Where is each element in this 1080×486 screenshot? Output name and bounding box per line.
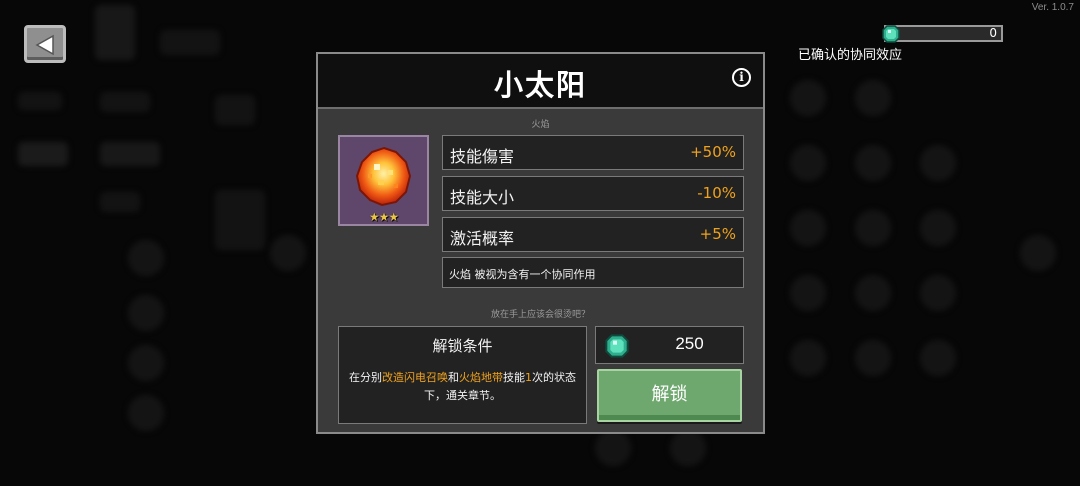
stat-name: 技能傷害	[450, 147, 515, 166]
unlock-button[interactable]: 解锁	[597, 369, 742, 422]
skill-name-b: 火焰地带	[459, 371, 503, 384]
required-count: 1	[525, 371, 532, 384]
back-arrow-icon	[35, 34, 54, 56]
stat-value: +50%	[690, 143, 736, 161]
modal-header: 小太阳 i	[318, 54, 763, 109]
synergy-note: 火焰 被视为含有一个协同作用	[442, 257, 744, 288]
rarity-stars: ★★★	[368, 210, 399, 224]
gem-counter: 0	[882, 25, 1003, 43]
element-tag: 火焰	[531, 120, 550, 130]
stat-value: +5%	[699, 225, 736, 243]
cost-amount: 250	[675, 334, 704, 353]
info-icon[interactable]: i	[732, 68, 751, 87]
modal-title: 小太阳	[493, 68, 587, 102]
stat-row-size: 技能大小 -10%	[442, 176, 744, 211]
stat-row-damage: 技能傷害 +50%	[442, 135, 744, 170]
stat-name: 技能大小	[450, 188, 515, 207]
item-card: ★★★	[338, 135, 429, 226]
flavor-text: 放在手上应该会很烫吧？	[490, 310, 590, 320]
synergy-note-text: 火焰 被视为含有一个协同作用	[449, 268, 596, 281]
stat-row-activation: 激活概率 +5%	[442, 217, 744, 252]
skill-name-a: 改造闪电召唤	[382, 371, 448, 384]
stat-value: -10%	[697, 184, 736, 202]
gem-count: 0	[989, 26, 997, 40]
unlock-cost: 250	[595, 326, 744, 364]
item-detail-modal: 小太阳 i 火焰 ★★★ 技能傷害 +50% 技能大小 -10% 激活概率 +5…	[316, 52, 765, 434]
unlock-condition-text: 在分别改造闪电召唤和火焰地带技能1次的状态下，通关章节。	[349, 371, 576, 402]
confirmed-synergy-label: 已确认的协同效应	[798, 48, 903, 63]
stat-name: 激活概率	[450, 229, 515, 248]
unlock-condition-title: 解锁条件	[432, 337, 493, 355]
unlock-condition-panel: 解锁条件 在分别改造闪电召唤和火焰地带技能1次的状态下，通关章节。	[338, 326, 587, 424]
gem-icon	[882, 25, 900, 43]
gem-icon	[605, 334, 629, 358]
version-label: Ver. 1.0.7	[1031, 2, 1074, 13]
back-button[interactable]	[24, 25, 66, 63]
fireball-icon	[355, 146, 412, 207]
